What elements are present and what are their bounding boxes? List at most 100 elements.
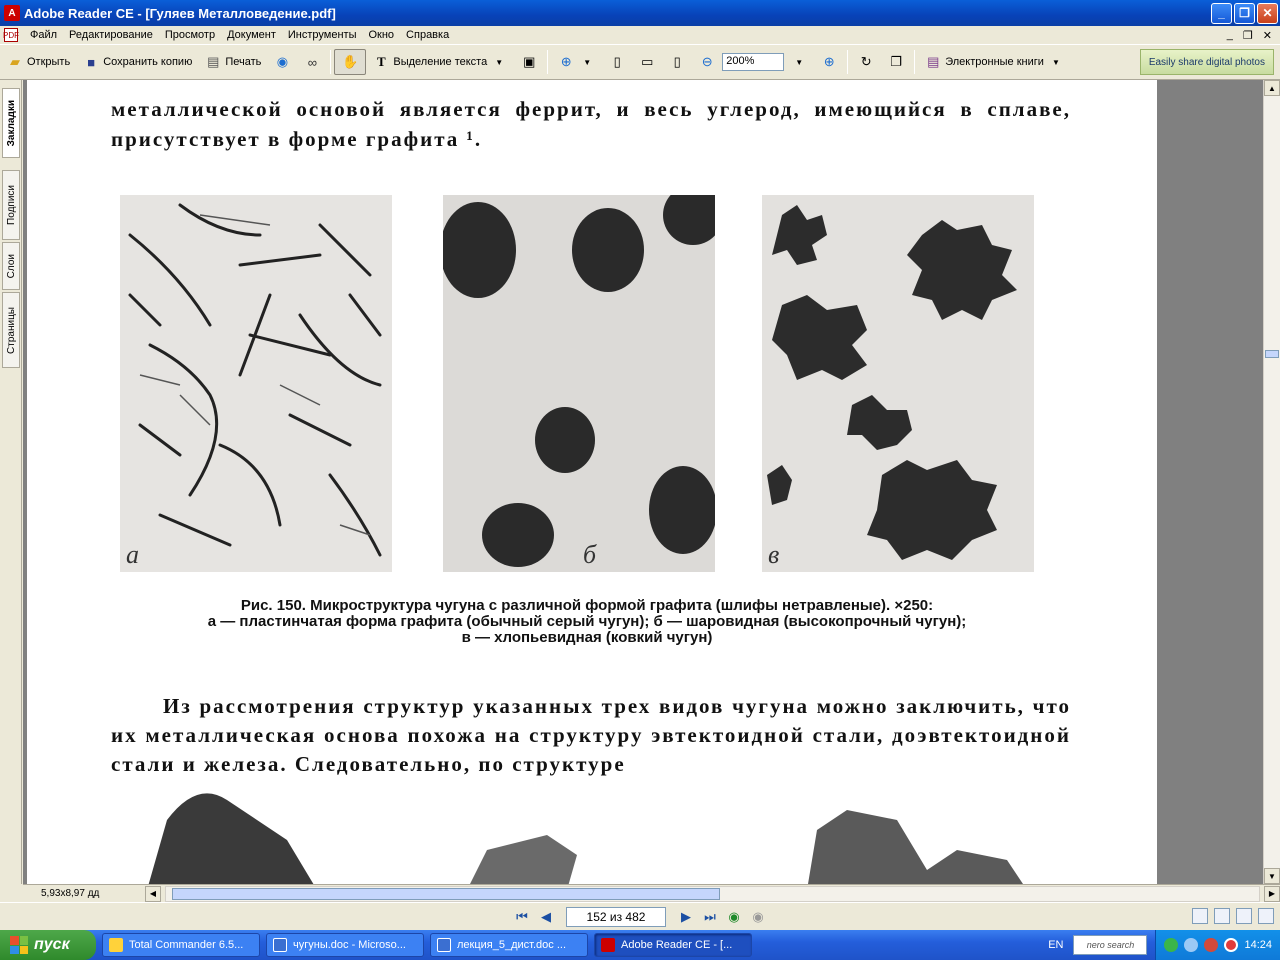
chevron-down-icon: ▼ xyxy=(795,57,804,67)
continuous-layout-button[interactable] xyxy=(1214,908,1230,924)
vertical-scroll-thumb[interactable] xyxy=(1265,350,1279,358)
doc-close-button[interactable]: ✕ xyxy=(1263,29,1272,42)
next-view-button[interactable]: ◉ xyxy=(749,908,767,926)
zoom-tool-button[interactable]: ⊕ ▼ xyxy=(551,49,602,75)
facing-layout-button[interactable] xyxy=(1236,908,1252,924)
save-copy-button[interactable]: ■ Сохранить копию xyxy=(76,49,198,75)
single-page-layout-button[interactable] xyxy=(1192,908,1208,924)
system-tray: 14:24 xyxy=(1155,930,1280,960)
pdf-document-icon[interactable]: PDF xyxy=(3,28,19,42)
minimize-button[interactable]: _ xyxy=(1211,2,1232,24)
antivirus-tray-icon[interactable] xyxy=(1224,938,1239,952)
tab-pages-label: Страницы xyxy=(5,306,17,354)
zoom-out-button[interactable]: ⊖ xyxy=(692,49,722,75)
ebooks-button[interactable]: ▤ Электронные книги ▼ xyxy=(918,49,1071,75)
folder-open-icon: ▰ xyxy=(10,54,20,69)
green-arrow-tray-icon[interactable] xyxy=(1164,938,1179,952)
menu-edit[interactable]: Редактирование xyxy=(63,29,159,41)
zoom-dropdown[interactable]: ▼ xyxy=(784,49,814,75)
spheroidal-graphite-image xyxy=(443,195,715,572)
volume-tray-icon[interactable] xyxy=(1204,938,1219,952)
zoom-input[interactable]: 200% xyxy=(722,53,785,71)
first-page-button[interactable]: ⏮ xyxy=(513,908,531,926)
zoom-in-button[interactable]: ⊕ xyxy=(814,49,844,75)
scroll-left-button[interactable]: ◀ xyxy=(145,885,161,902)
menu-tools[interactable]: Инструменты xyxy=(282,29,363,41)
select-text-label: Выделение текста xyxy=(393,56,488,68)
tab-signatures[interactable]: Подписи xyxy=(2,170,20,240)
email-button[interactable]: ◉ xyxy=(267,49,297,75)
promo-button[interactable]: Easily share digital photos xyxy=(1139,49,1274,75)
close-button[interactable]: ✕ xyxy=(1257,2,1278,24)
doc-minimize-button[interactable]: _ xyxy=(1227,29,1233,42)
fit-page-button[interactable]: ▭ xyxy=(632,49,662,75)
menu-view[interactable]: Просмотр xyxy=(159,29,221,41)
fit-width-icon: ▯ xyxy=(673,54,681,69)
tab-layers[interactable]: Слои xyxy=(2,242,20,290)
total-commander-icon xyxy=(109,938,123,952)
page-size-readout: 5,93x8,97 дд xyxy=(41,888,100,899)
micrograph-a: а xyxy=(120,195,392,572)
hand-tool-button[interactable]: ✋ xyxy=(334,49,367,75)
fit-width-button[interactable]: ▯ xyxy=(662,49,692,75)
zoom-in-icon: ⊕ xyxy=(823,54,835,69)
next-figure-partial-image xyxy=(148,793,1023,884)
vertical-scrollbar[interactable]: ▲ ▼ xyxy=(1263,80,1280,884)
task-word-chuguny[interactable]: чугуны.doc - Microso... xyxy=(266,933,424,957)
task-word-lecture[interactable]: лекция_5_дист.doc ... xyxy=(430,933,588,957)
toolbar-separator xyxy=(330,50,332,74)
scroll-up-button[interactable]: ▲ xyxy=(1264,80,1280,96)
start-button[interactable]: пуск xyxy=(0,930,96,960)
toolbar-separator xyxy=(914,50,916,74)
save-copy-label: Сохранить копию xyxy=(103,56,193,68)
window-title: Adobe Reader CE - [Гуляев Металловедение… xyxy=(24,5,336,21)
next-page-button[interactable]: ▶ xyxy=(677,908,695,926)
rotate-button[interactable]: ↻ xyxy=(851,49,881,75)
actual-size-button[interactable]: ▯ xyxy=(602,49,632,75)
language-indicator[interactable]: EN xyxy=(1048,939,1063,951)
menu-file[interactable]: Файл xyxy=(24,29,63,41)
search-button[interactable]: ∞ xyxy=(297,49,327,75)
network-tray-icon[interactable] xyxy=(1184,938,1199,952)
task-adobe-reader[interactable]: Adobe Reader CE - [... xyxy=(594,933,752,957)
last-page-button[interactable]: ⏭ xyxy=(701,908,719,926)
open-button[interactable]: ▰ Открыть xyxy=(0,49,76,75)
word-icon xyxy=(437,938,451,952)
previous-view-button[interactable]: ◉ xyxy=(725,908,743,926)
previous-page-button[interactable]: ◀ xyxy=(537,908,555,926)
horizontal-scrollbar[interactable] xyxy=(165,885,1260,902)
caption-line-3: в — хлопьевидная (ковкий чугун) xyxy=(461,629,713,646)
task-total-commander[interactable]: Total Commander 6.5... xyxy=(102,933,260,957)
menu-window[interactable]: Окно xyxy=(362,29,400,41)
fit-page-icon: ▭ xyxy=(641,54,654,69)
tab-pages[interactable]: Страницы xyxy=(2,292,20,368)
menu-document[interactable]: Документ xyxy=(221,29,282,41)
rotate-page-icon: ↻ xyxy=(860,54,872,69)
micrograph-c: в xyxy=(762,195,1034,572)
restore-button[interactable]: ❐ xyxy=(1234,2,1255,24)
scroll-right-button[interactable]: ▶ xyxy=(1264,885,1280,902)
tab-bookmarks[interactable]: Закладки xyxy=(2,88,20,158)
doc-restore-button[interactable]: ❐ xyxy=(1243,29,1253,42)
scroll-down-button[interactable]: ▼ xyxy=(1264,868,1280,884)
page-number-field[interactable]: 152 из 482 xyxy=(566,906,666,927)
caption-line-1: Рис. 150. Микроструктура чугуна с различ… xyxy=(240,597,934,614)
text-cursor-icon: T xyxy=(377,54,386,69)
chevron-down-icon[interactable]: ▼ xyxy=(1047,53,1065,71)
tab-bookmarks-label: Закладки xyxy=(5,99,17,147)
nero-search-box[interactable]: nero search xyxy=(1073,935,1148,955)
flaky-graphite-image xyxy=(762,195,1034,572)
reflow-button[interactable]: ❐ xyxy=(881,49,911,75)
lamellar-graphite-image xyxy=(120,195,392,572)
chevron-down-icon[interactable]: ▼ xyxy=(578,53,596,71)
document-view[interactable]: металлической основой является феррит, и… xyxy=(23,80,1263,884)
print-button[interactable]: ▤ Печать xyxy=(198,49,267,75)
snapshot-button[interactable]: ▣ xyxy=(514,49,544,75)
toolbar-separator xyxy=(847,50,849,74)
select-text-button[interactable]: T Выделение текста ▼ xyxy=(366,49,514,75)
continuous-facing-layout-button[interactable] xyxy=(1258,908,1274,924)
tab-layers-label: Слои xyxy=(5,253,17,279)
menu-help[interactable]: Справка xyxy=(400,29,455,41)
chevron-down-icon[interactable]: ▼ xyxy=(490,53,508,71)
horizontal-scroll-thumb[interactable] xyxy=(172,887,720,900)
